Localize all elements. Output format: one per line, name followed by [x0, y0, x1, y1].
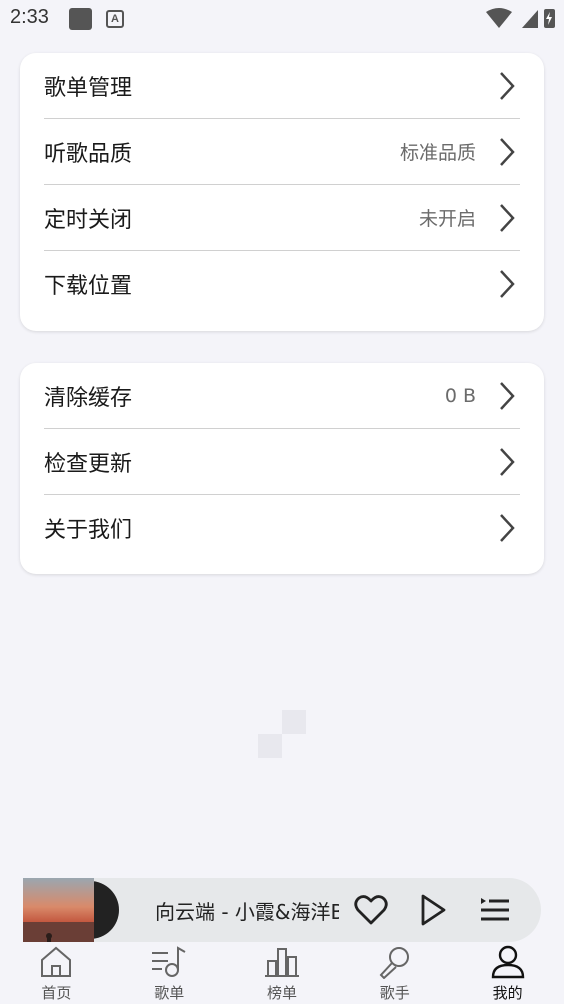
nav-playlist[interactable]: 歌单: [113, 942, 226, 1004]
playlist-icon: [149, 944, 189, 980]
setting-value: 未开启: [418, 208, 476, 230]
notification-a-icon: A: [106, 10, 124, 28]
setting-label: 歌单管理: [44, 75, 133, 101]
setting-value: 标准品质: [399, 142, 476, 164]
chart-icon: [262, 944, 302, 980]
play-button[interactable]: [413, 890, 453, 930]
favorite-button[interactable]: [351, 890, 391, 930]
wifi-icon: [486, 8, 512, 28]
settings-card-playback: 歌单管理 听歌品质 标准品质 定时关闭 未开启 下载位置: [20, 53, 544, 331]
setting-label: 清除缓存: [44, 385, 133, 411]
setting-download-location[interactable]: 下载位置: [44, 251, 520, 317]
playlist-queue-button[interactable]: [475, 890, 515, 930]
setting-label: 下载位置: [44, 274, 133, 299]
nav-charts[interactable]: 榜单: [226, 942, 339, 1004]
setting-label: 关于我们: [44, 518, 133, 543]
nav-label: 榜单: [266, 984, 297, 1002]
loading-placeholder-icon: [258, 710, 306, 758]
nav-label: 我的: [492, 984, 523, 1002]
play-icon: [421, 894, 446, 926]
chevron-right-icon: [496, 70, 516, 102]
chevron-right-icon: [496, 380, 516, 412]
setting-audio-quality[interactable]: 听歌品质 标准品质: [44, 119, 520, 185]
setting-sleep-timer[interactable]: 定时关闭 未开启: [44, 185, 520, 251]
queue-list-icon: [481, 898, 509, 921]
microphone-icon: [375, 944, 415, 980]
home-icon: [36, 944, 76, 980]
heart-icon: [354, 895, 388, 925]
settings-card-app: 清除缓存 0 B 检查更新 关于我们: [20, 363, 544, 574]
nav-label: 歌单: [154, 984, 185, 1002]
setting-label: 听歌品质: [44, 141, 133, 167]
album-cover[interactable]: [23, 878, 94, 942]
profile-icon: [488, 944, 528, 980]
chevron-right-icon: [496, 136, 516, 168]
chevron-right-icon: [496, 512, 516, 544]
nav-mine[interactable]: 我的: [451, 942, 564, 1004]
status-bar: 2:33 A: [0, 0, 564, 38]
cellular-icon: [522, 10, 538, 28]
setting-label: 定时关闭: [44, 207, 133, 233]
setting-playlist-management[interactable]: 歌单管理: [44, 53, 520, 119]
setting-label: 检查更新: [44, 451, 133, 477]
setting-value: 0 B: [444, 384, 476, 407]
notification-app-icon: [69, 8, 92, 30]
status-icons: [486, 8, 555, 28]
setting-check-update[interactable]: 检查更新: [44, 429, 520, 495]
chevron-right-icon: [496, 268, 516, 300]
nav-label: 首页: [41, 984, 72, 1002]
setting-clear-cache[interactable]: 清除缓存 0 B: [44, 363, 520, 429]
nav-artists[interactable]: 歌手: [338, 942, 451, 1004]
chevron-right-icon: [496, 446, 516, 478]
nav-home[interactable]: 首页: [0, 942, 113, 1004]
chevron-right-icon: [496, 202, 516, 234]
status-time: 2:33: [10, 6, 49, 28]
song-title[interactable]: 向云端 - 小霞&海洋Bo: [155, 896, 339, 924]
setting-about-us[interactable]: 关于我们: [44, 495, 520, 561]
mini-player[interactable]: 向云端 - 小霞&海洋Bo: [23, 878, 541, 942]
bottom-navigation: 首页 歌单 榜单 歌手 我的: [0, 942, 564, 1004]
nav-label: 歌手: [379, 984, 410, 1002]
